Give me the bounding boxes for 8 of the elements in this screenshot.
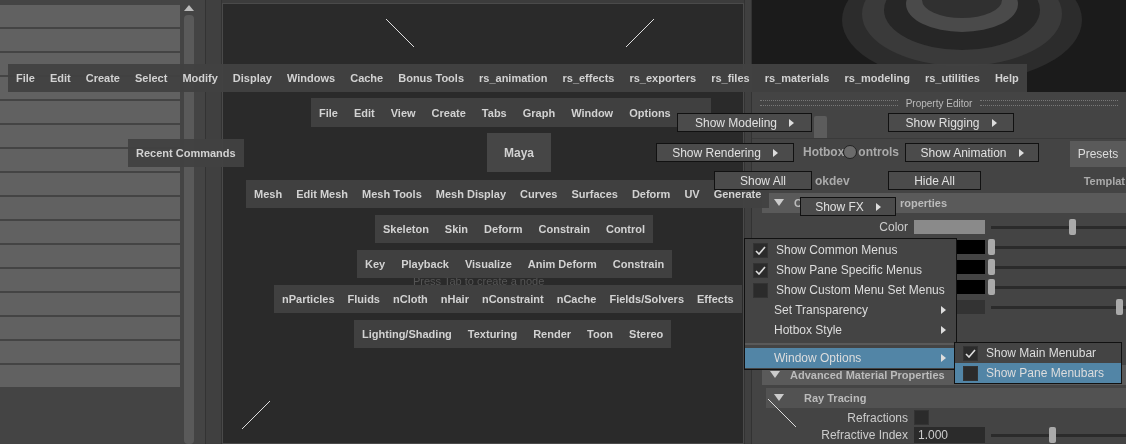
hotbox-controls-label: Hotbox [803, 145, 845, 159]
attribute-label: Refractive Index [820, 428, 908, 442]
label-text: okdev [815, 174, 850, 188]
attribute-label: Color [878, 220, 908, 234]
attribute-label: Refractions [846, 410, 908, 425]
label-text: Templat [1083, 175, 1125, 187]
panel-title: Property Editor [905, 97, 973, 109]
hotbox-controls-label: ontrols [858, 145, 899, 159]
